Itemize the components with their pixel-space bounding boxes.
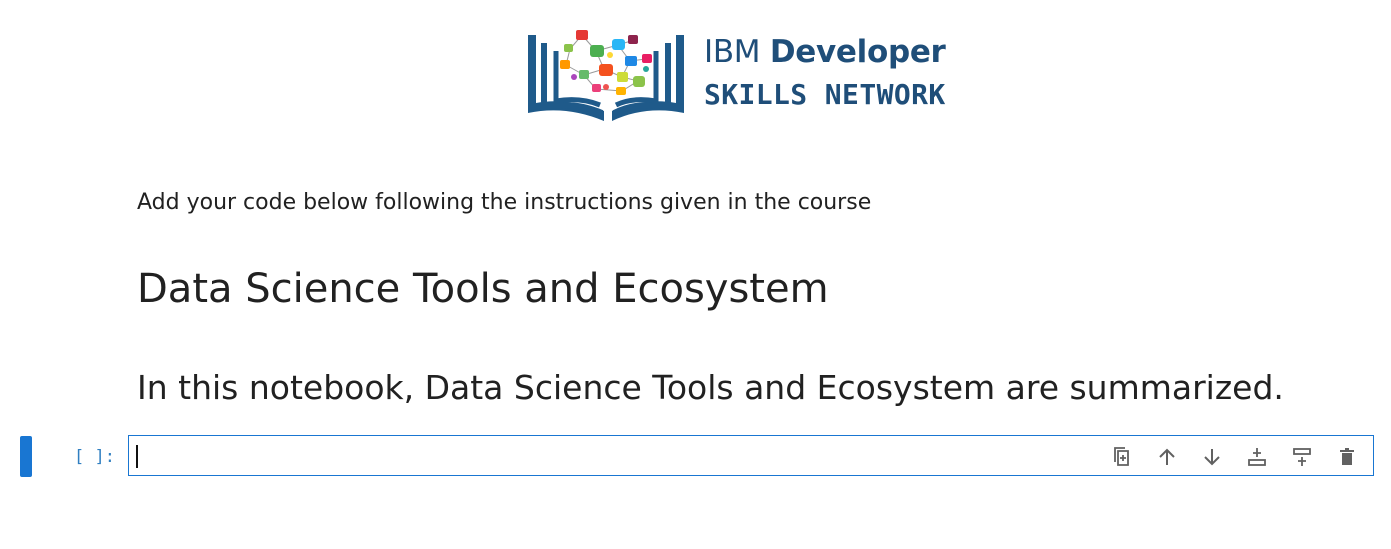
instruction-text: Add your code below following the instru… — [137, 190, 872, 215]
code-cell-editor[interactable] — [128, 435, 1374, 476]
move-up-button[interactable] — [1155, 445, 1179, 469]
cell-collapser[interactable] — [20, 436, 32, 477]
notebook-subtitle: In this notebook, Data Science Tools and… — [137, 368, 1284, 407]
insert-below-icon — [1293, 448, 1311, 466]
insert-above-icon — [1248, 448, 1266, 466]
insert-above-button[interactable] — [1245, 445, 1269, 469]
delete-icon — [1340, 448, 1354, 465]
cell-toolbar — [1110, 445, 1359, 469]
move-down-button[interactable] — [1200, 445, 1224, 469]
move-up-icon — [1159, 448, 1175, 465]
logo-title: IBM Developer — [704, 34, 946, 70]
insert-below-button[interactable] — [1290, 445, 1314, 469]
logo-developer: Developer — [769, 34, 946, 70]
logo-ibm: IBM — [704, 34, 761, 70]
logo-subtitle: SKILLS NETWORK — [704, 78, 946, 111]
book-network-icon — [528, 30, 684, 121]
duplicate-icon — [1114, 447, 1129, 466]
notebook-title: Data Science Tools and Ecosystem — [137, 266, 829, 312]
cell-prompt: [ ]: — [74, 447, 115, 467]
duplicate-cell-button[interactable] — [1110, 445, 1134, 469]
move-down-icon — [1204, 449, 1220, 466]
delete-cell-button[interactable] — [1335, 445, 1359, 469]
text-cursor — [136, 445, 138, 468]
